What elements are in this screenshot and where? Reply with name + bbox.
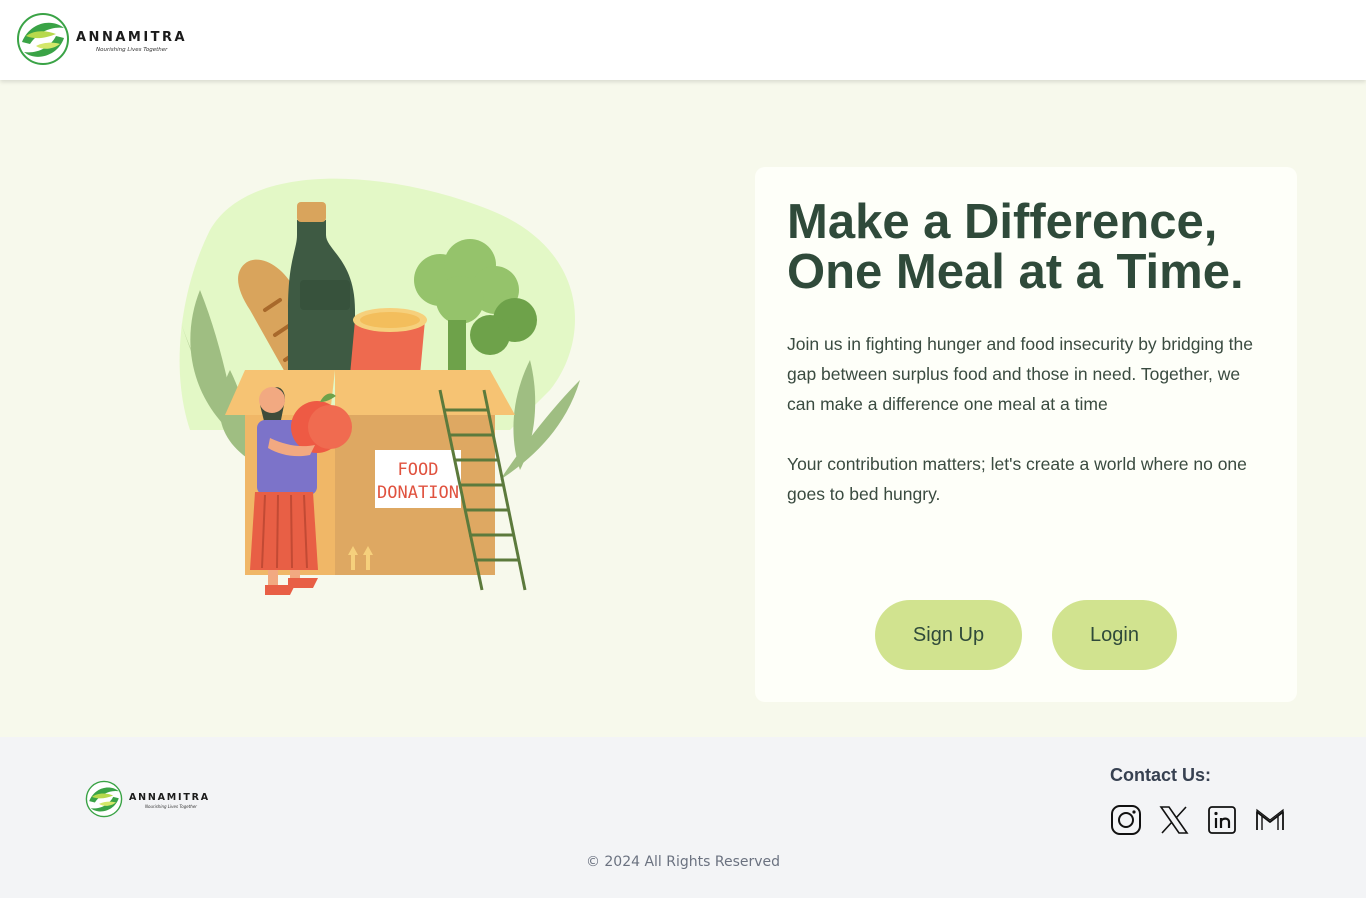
site-header: ANNAMITRA Nourishing Lives Together [0,0,1366,80]
hero-paragraph-1: Join us in fighting hunger and food inse… [787,334,1253,414]
footer-logo[interactable]: ANNAMITRA Nourishing Lives Together [85,780,210,818]
contact-title: Contact Us: [1110,765,1212,785]
leaf-logo-icon [17,13,69,65]
gmail-icon[interactable] [1254,804,1286,836]
sign-up-button[interactable]: Sign Up [875,600,1022,670]
brand-name: ANNAMITRA [76,29,188,45]
instagram-icon[interactable] [1110,804,1142,836]
box-label-line2: DONATION [377,483,459,503]
login-button[interactable]: Login [1052,600,1177,670]
leaf-logo-icon [85,780,123,818]
footer-brand-tagline: Nourishing Lives Together [145,804,197,809]
food-donation-illustration: FOOD DONATION [179,178,580,595]
copyright-text: © 2024 All Rights Reserved [585,854,781,870]
brand-tagline: Nourishing Lives Together [96,46,168,53]
linkedin-icon[interactable] [1206,804,1238,836]
hero-card: Make a Difference, One Meal at a Time. J… [755,167,1297,702]
footer-brand-name: ANNAMITRA [129,792,210,803]
header-logo[interactable]: ANNAMITRA Nourishing Lives Together [16,12,187,66]
hero-headline: Make a Difference, One Meal at a Time. [787,195,1244,299]
x-icon[interactable] [1158,804,1190,836]
box-label-line1: FOOD [398,460,439,480]
hero-paragraph-2: Your contribution matters; let's create … [787,454,1247,504]
